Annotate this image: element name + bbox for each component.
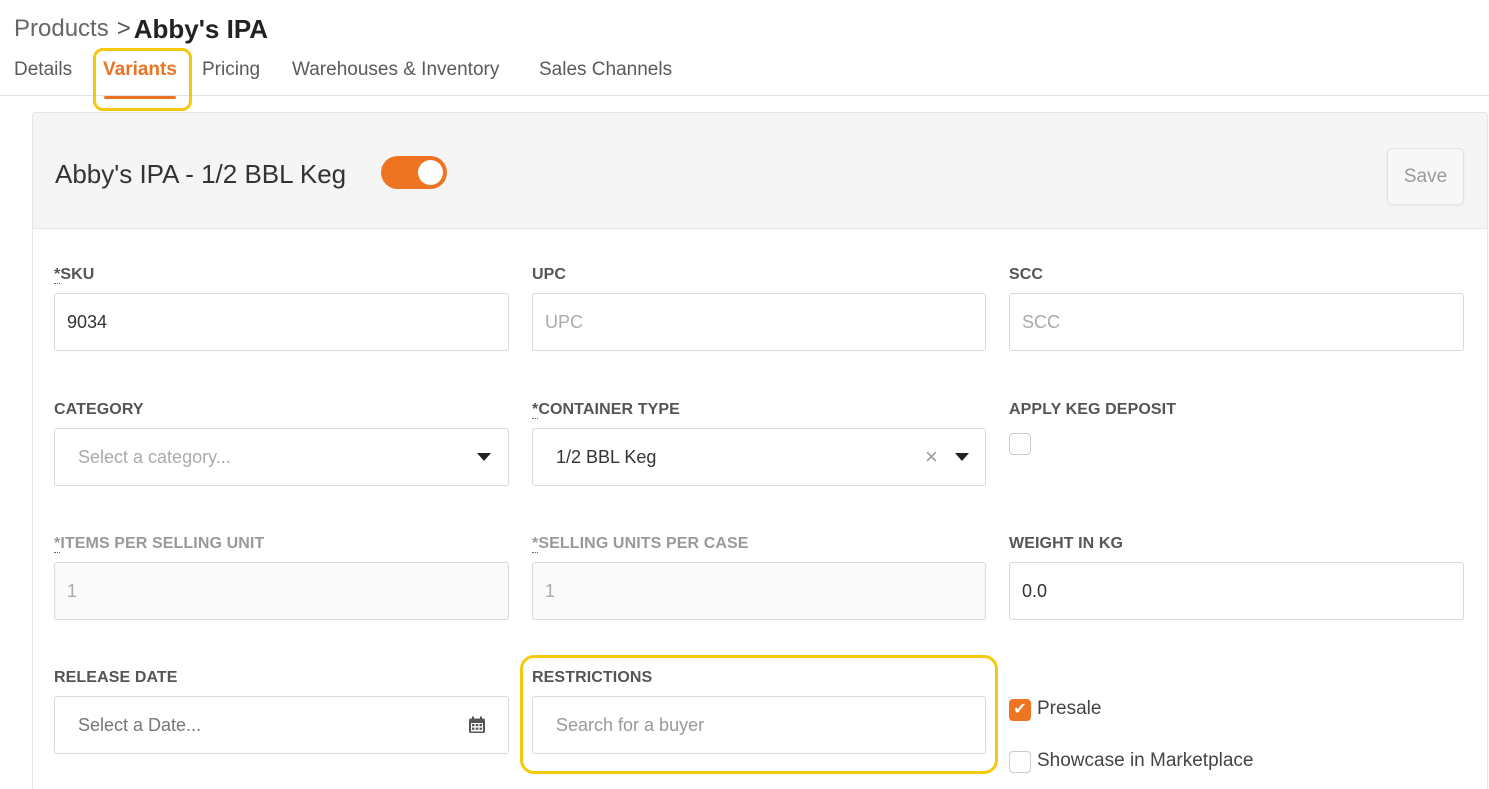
- tab-details[interactable]: Details: [14, 58, 72, 88]
- presale-checkbox[interactable]: ✔: [1009, 699, 1031, 721]
- selling-units-per-case-input: 1: [532, 562, 986, 620]
- items-per-selling-unit-label-text: ITEMS PER SELLING UNIT: [60, 535, 265, 552]
- sku-input[interactable]: 9034: [54, 293, 509, 351]
- container-type-label: *CONTAINER TYPE: [532, 401, 680, 419]
- variant-title: Abby's IPA - 1/2 BBL Keg: [55, 159, 347, 189]
- chevron-down-icon[interactable]: [477, 453, 491, 461]
- variant-enabled-toggle[interactable]: [381, 156, 447, 189]
- showcase-marketplace-checkbox[interactable]: [1009, 751, 1031, 773]
- upc-label: UPC: [532, 266, 567, 283]
- tab-sales-channels[interactable]: Sales Channels: [539, 58, 672, 88]
- apply-keg-deposit-checkbox[interactable]: [1009, 433, 1031, 455]
- tab-warehouses-inventory[interactable]: Warehouses & Inventory: [292, 58, 499, 88]
- release-date-input[interactable]: Select a Date...: [54, 696, 509, 754]
- calendar-icon[interactable]: [468, 716, 486, 734]
- restrictions-highlight-annotation: [520, 655, 998, 774]
- selling-units-per-case-label: *SELLING UNITS PER CASE: [532, 535, 749, 553]
- container-type-select[interactable]: 1/2 BBL Keg: [532, 428, 986, 486]
- save-button[interactable]: Save: [1387, 148, 1464, 205]
- breadcrumb: Products > Abby's IPA: [14, 14, 268, 44]
- toggle-knob: [418, 160, 443, 185]
- items-per-selling-unit-label: *ITEMS PER SELLING UNIT: [54, 535, 264, 553]
- chevron-down-icon[interactable]: [955, 453, 969, 461]
- breadcrumb-products-link[interactable]: Products: [14, 15, 109, 43]
- category-label: CATEGORY: [54, 401, 144, 418]
- sku-label-text: SKU: [60, 266, 95, 283]
- category-select[interactable]: Select a category...: [54, 428, 509, 486]
- release-date-placeholder: Select a Date...: [78, 715, 202, 735]
- close-icon[interactable]: ×: [925, 446, 938, 468]
- page-title: Abby's IPA: [133, 13, 269, 44]
- chevron-right-icon: >: [116, 15, 131, 42]
- selling-units-per-case-label-text: SELLING UNITS PER CASE: [538, 535, 749, 552]
- presale-label: Presale: [1037, 698, 1102, 719]
- tab-pricing[interactable]: Pricing: [202, 58, 260, 88]
- scc-label: SCC: [1009, 266, 1044, 283]
- scc-input[interactable]: SCC: [1009, 293, 1464, 351]
- weight-in-kg-input[interactable]: 0.0: [1009, 562, 1464, 620]
- showcase-marketplace-label: Showcase in Marketplace: [1037, 750, 1254, 771]
- tab-highlight-annotation: [93, 48, 192, 111]
- weight-in-kg-label: WEIGHT IN KG: [1009, 535, 1124, 552]
- variant-card-header: Abby's IPA - 1/2 BBL Keg Save: [33, 113, 1487, 229]
- category-placeholder: Select a category...: [78, 447, 231, 467]
- container-type-label-text: CONTAINER TYPE: [538, 401, 680, 418]
- tab-bar: Details Variants Pricing Warehouses & In…: [0, 52, 1489, 99]
- container-type-value: 1/2 BBL Keg: [556, 447, 657, 467]
- release-date-label: RELEASE DATE: [54, 669, 178, 686]
- sku-label: *SKU: [54, 266, 94, 284]
- items-per-selling-unit-input: 1: [54, 562, 509, 620]
- upc-input[interactable]: UPC: [532, 293, 986, 351]
- apply-keg-deposit-label: APPLY KEG DEPOSIT: [1009, 401, 1177, 418]
